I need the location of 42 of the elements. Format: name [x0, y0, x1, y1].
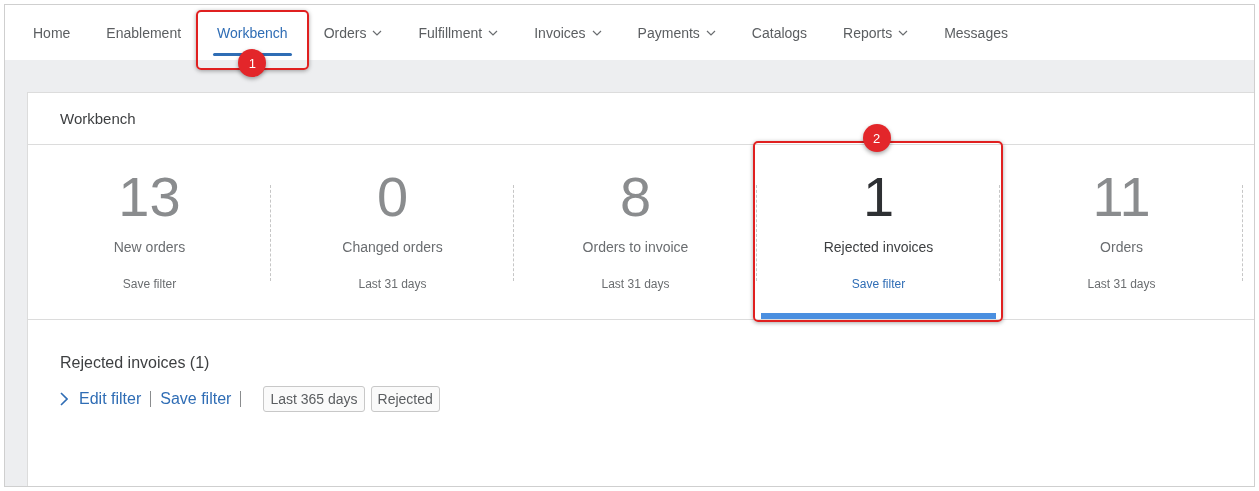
nav-tab[interactable]: Payments [619, 5, 734, 60]
nav-tab[interactable]: Enablement [88, 5, 200, 60]
caret-icon [898, 29, 909, 36]
nav-tab[interactable]: Catalogs [733, 5, 826, 60]
nav-tab[interactable]: Invoices [516, 5, 620, 60]
tile-footer: Last 31 days [358, 277, 427, 291]
tile-count: 11 [1092, 167, 1151, 227]
nav-tab[interactable]: Reports [825, 5, 927, 60]
stat-tile[interactable]: 0 Changed orders Last 31 days [271, 145, 514, 319]
card-title: Workbench [60, 110, 136, 127]
chevron-right-icon[interactable] [60, 392, 68, 406]
tile-count: 0 [376, 167, 409, 227]
tile-label: Orders to invoice [582, 239, 689, 255]
caret-icon [591, 29, 602, 36]
filter-link[interactable]: Edit filter [79, 391, 152, 407]
nav-tab[interactable]: Home [15, 5, 89, 60]
nav-tab[interactable]: Fulfillment [400, 5, 517, 60]
tile-label: New orders [113, 239, 186, 255]
tile-footer: Last 31 days [1087, 277, 1156, 291]
nav-tab[interactable]: Orders [305, 5, 401, 60]
caret-icon [372, 29, 383, 36]
results-title: Rejected invoices (1) [60, 354, 211, 372]
callout-number: 1 [238, 49, 267, 77]
filter-chip: Last 365 days [263, 386, 365, 412]
tile-label: Rejected invoices [823, 239, 934, 255]
nav-tab[interactable]: Messages [926, 5, 1026, 60]
caret-icon [488, 29, 499, 36]
stat-tile[interactable]: 8 Orders to invoice Last 31 days [514, 145, 757, 319]
tile-count: 1 [862, 167, 895, 227]
stat-tile[interactable]: 13 New orders Save filter [28, 145, 271, 319]
tile-footer: Save filter [122, 277, 177, 291]
tile-count: 8 [619, 167, 652, 227]
caret-icon [705, 29, 716, 36]
tile-count: 13 [118, 167, 181, 227]
tile-footer: Last 31 days [601, 277, 670, 291]
callout-number: 2 [862, 124, 891, 152]
stat-tile[interactable]: 11 Orders Last 31 days [1000, 145, 1243, 319]
tile-label: Changed orders [342, 239, 443, 255]
tile-label: Orders [1100, 239, 1143, 255]
filter-link[interactable]: Save filter [160, 391, 242, 407]
save-filter-link[interactable]: Save filter [851, 277, 906, 291]
filter-chip: Rejected [370, 386, 440, 412]
